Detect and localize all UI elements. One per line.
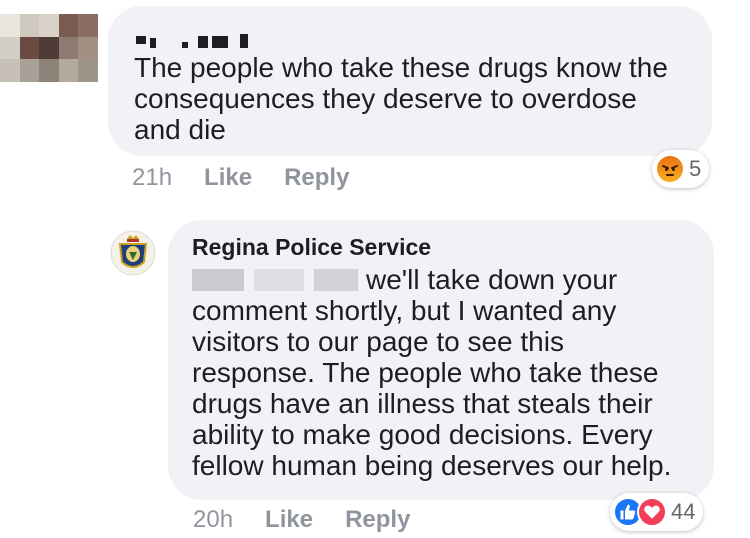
police-crest-avatar[interactable]: [110, 230, 156, 276]
author-name[interactable]: Regina Police Service: [192, 234, 431, 261]
comment-text: The people who take these drugs know the…: [134, 52, 668, 145]
like-button[interactable]: Like: [265, 506, 313, 534]
reaction-count: 44: [671, 499, 696, 524]
like-button[interactable]: Like: [204, 164, 252, 192]
redacted-author-name[interactable]: [136, 28, 266, 50]
reply-text: we'll take down your comment shortly, bu…: [192, 264, 707, 481]
love-icon: [637, 497, 667, 527]
redacted-mention[interactable]: [192, 269, 244, 291]
reaction-count: 5: [689, 156, 702, 181]
commenter-avatar-blurred[interactable]: [0, 14, 98, 82]
reply-timestamp[interactable]: 20h: [193, 506, 233, 534]
reply-button[interactable]: Reply: [345, 506, 410, 534]
reply-button[interactable]: Reply: [284, 164, 349, 192]
angry-icon: [655, 154, 685, 184]
redacted-mention[interactable]: [254, 269, 304, 291]
reaction-summary[interactable]: 5: [652, 150, 710, 188]
redacted-mention[interactable]: [314, 269, 358, 291]
reply-bubble: Regina Police Service we'll take down yo…: [168, 220, 714, 500]
reply-actions: 20h Like Reply: [193, 506, 442, 534]
comment-bubble: The people who take these drugs know the…: [108, 6, 712, 156]
comment-actions: 21h Like Reply: [132, 164, 381, 192]
reaction-summary[interactable]: 44: [610, 493, 704, 531]
reply-text-body: we'll take down your comment shortly, bu…: [192, 264, 672, 481]
comment-timestamp[interactable]: 21h: [132, 164, 172, 192]
